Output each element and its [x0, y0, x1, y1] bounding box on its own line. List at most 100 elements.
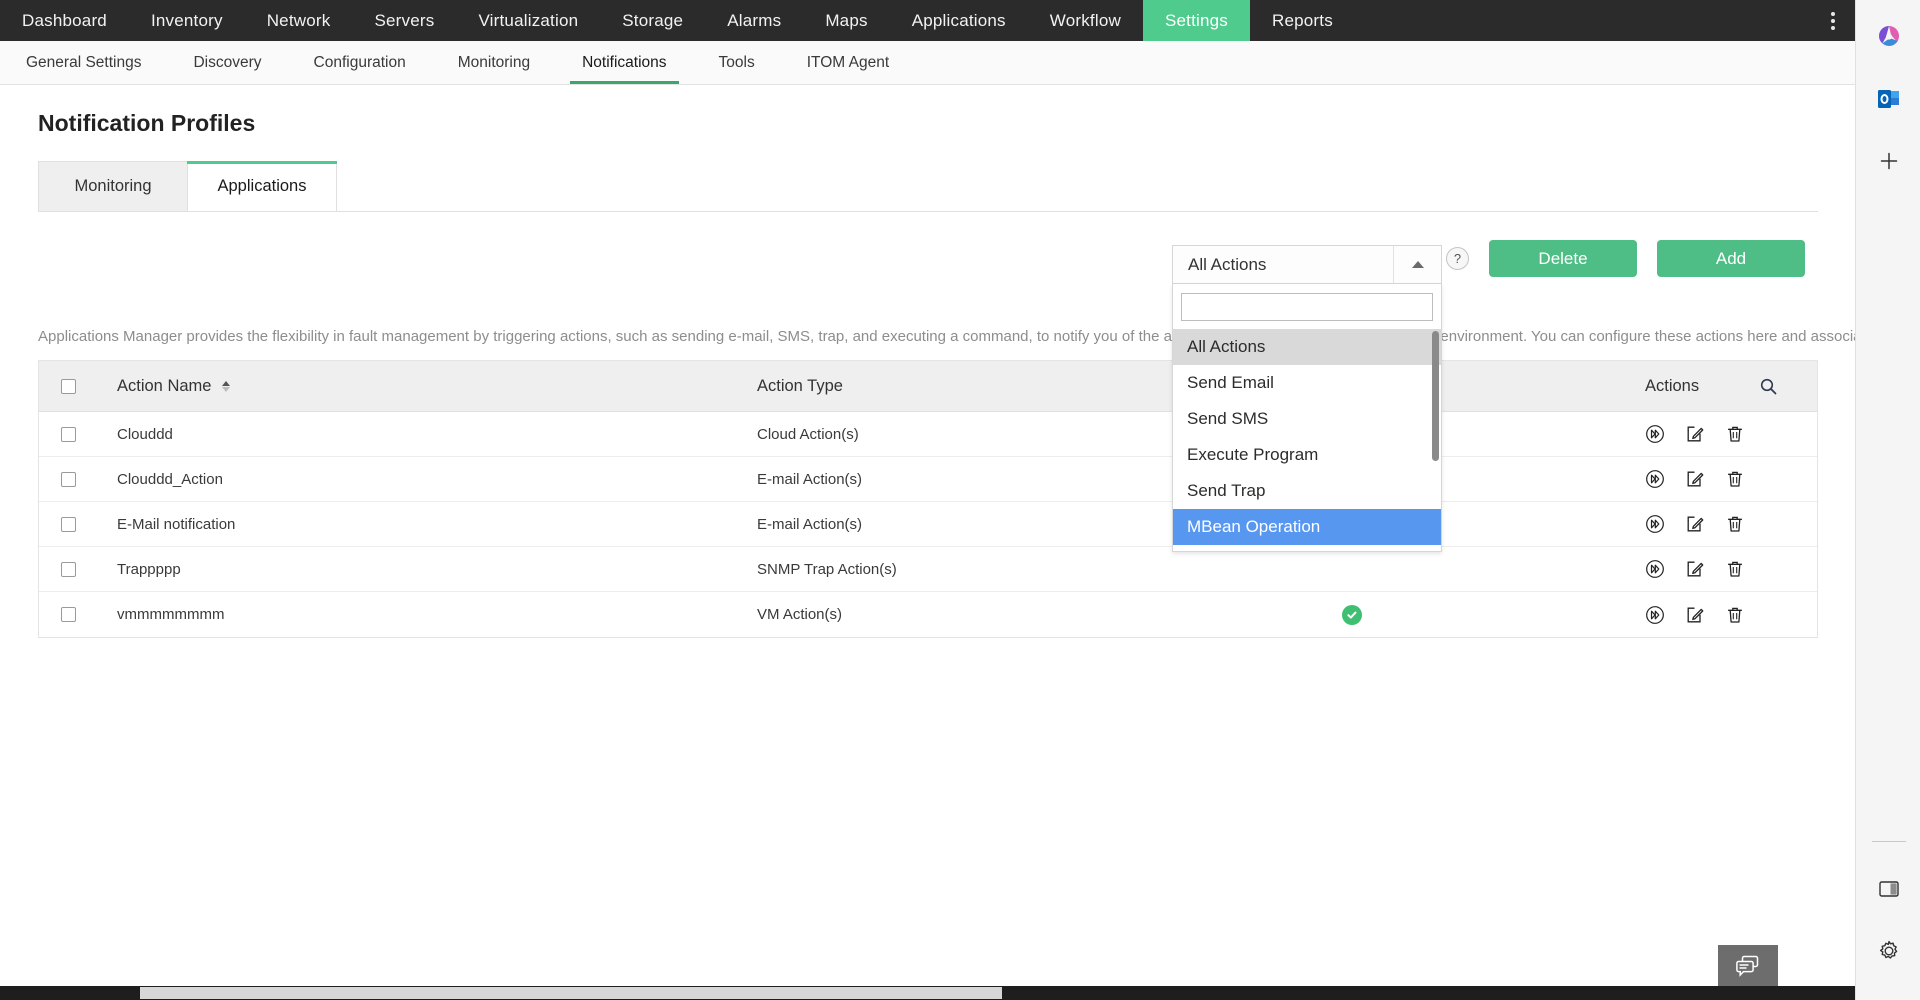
add-app-icon[interactable]: [1856, 130, 1920, 192]
nav-label: Workflow: [1050, 11, 1121, 31]
delete-button[interactable]: Delete: [1489, 240, 1637, 277]
cell-action-name: Trappppp: [97, 561, 757, 578]
tab-applications[interactable]: Applications: [187, 161, 337, 211]
execute-icon[interactable]: [1645, 559, 1665, 579]
delete-icon[interactable]: [1725, 605, 1745, 625]
cell-action-type: SNMP Trap Action(s): [757, 561, 1197, 578]
execute-icon[interactable]: [1645, 424, 1665, 444]
table-row[interactable]: Clouddd Cloud Action(s): [39, 412, 1817, 457]
edit-icon[interactable]: [1685, 559, 1705, 579]
nav-label: Storage: [622, 11, 683, 31]
edit-icon[interactable]: [1685, 469, 1705, 489]
table-row[interactable]: Clouddd_Action E-mail Action(s): [39, 457, 1817, 502]
delete-icon[interactable]: [1725, 469, 1745, 489]
cell-action-name: vmmmmmmmm: [97, 606, 757, 623]
horizontal-scrollbar[interactable]: [0, 986, 1855, 1000]
row-checkbox[interactable]: [61, 427, 76, 442]
nav-item-workflow[interactable]: Workflow: [1028, 0, 1143, 41]
chat-bubbles-icon[interactable]: [1718, 945, 1778, 987]
subnav-item-itom-agent[interactable]: ITOM Agent: [781, 41, 915, 84]
subnav-label: ITOM Agent: [807, 54, 889, 72]
action-type-filter-control[interactable]: All Actions: [1172, 245, 1442, 284]
nav-item-reports[interactable]: Reports: [1250, 0, 1355, 41]
delete-icon[interactable]: [1725, 514, 1745, 534]
subnav-item-general-settings[interactable]: General Settings: [0, 41, 167, 84]
nav-item-virtualization[interactable]: Virtualization: [456, 0, 600, 41]
dropdown-option-mbean-operation[interactable]: MBean Operation: [1173, 509, 1441, 545]
column-header-actions: Actions: [1627, 377, 1817, 396]
nav-label: Reports: [1272, 11, 1333, 31]
row-checkbox[interactable]: [61, 607, 76, 622]
page-content: Notification Profiles Monitoring Applica…: [0, 85, 1855, 1000]
dropdown-option-log-a-ticket[interactable]: Log a Ticket: [1173, 545, 1441, 551]
nav-item-servers[interactable]: Servers: [352, 0, 456, 41]
table-row[interactable]: Trappppp SNMP Trap Action(s): [39, 547, 1817, 592]
horizontal-scrollbar-thumb[interactable]: [140, 987, 1002, 999]
column-header-action-name[interactable]: Action Name: [97, 377, 757, 396]
notification-profiles-table: Action Name Action Type Profile Status A…: [38, 360, 1818, 638]
column-header-label: Actions: [1645, 377, 1699, 396]
execute-icon[interactable]: [1645, 605, 1665, 625]
nav-item-inventory[interactable]: Inventory: [129, 0, 245, 41]
dropdown-option-send-trap[interactable]: Send Trap: [1173, 473, 1441, 509]
action-type-filter-options: All Actions Send Email Send SMS Execute …: [1173, 329, 1441, 551]
dropdown-option-send-sms[interactable]: Send SMS: [1173, 401, 1441, 437]
browser-page: Dashboard Inventory Network Servers Virt…: [0, 0, 1920, 1000]
delete-icon[interactable]: [1725, 559, 1745, 579]
dropdown-option-execute-program[interactable]: Execute Program: [1173, 437, 1441, 473]
chevron-up-icon[interactable]: [1393, 246, 1441, 283]
delete-icon[interactable]: [1725, 424, 1745, 444]
row-checkbox[interactable]: [61, 517, 76, 532]
dropdown-option-send-email[interactable]: Send Email: [1173, 365, 1441, 401]
dropdown-option-label: Send SMS: [1187, 409, 1268, 429]
nav-item-dashboard[interactable]: Dashboard: [0, 0, 129, 41]
subnav-item-discovery[interactable]: Discovery: [167, 41, 287, 84]
table-row[interactable]: E-Mail notification E-mail Action(s): [39, 502, 1817, 547]
kebab-menu-icon[interactable]: [1811, 0, 1855, 41]
nav-item-storage[interactable]: Storage: [600, 0, 705, 41]
gear-icon[interactable]: [1856, 920, 1920, 982]
cell-action-name: Clouddd: [97, 426, 757, 443]
row-select-cell: [39, 427, 97, 442]
subnav-item-monitoring[interactable]: Monitoring: [432, 41, 556, 84]
nav-item-applications[interactable]: Applications: [890, 0, 1028, 41]
add-button[interactable]: Add: [1657, 240, 1805, 277]
edit-icon[interactable]: [1685, 605, 1705, 625]
tab-monitoring[interactable]: Monitoring: [38, 161, 188, 211]
execute-icon[interactable]: [1645, 514, 1665, 534]
row-select-cell: [39, 607, 97, 622]
search-icon[interactable]: [1760, 378, 1777, 395]
dropdown-option-label: All Actions: [1187, 337, 1265, 357]
action-type-filter-search-input[interactable]: [1181, 293, 1433, 321]
row-checkbox[interactable]: [61, 472, 76, 487]
sort-ascending-icon[interactable]: [222, 381, 230, 392]
cell-row-actions: [1627, 605, 1817, 625]
secondary-navigation-bar: General Settings Discovery Configuration…: [0, 41, 1855, 85]
column-header-action-type[interactable]: Action Type: [757, 377, 1197, 396]
nav-item-settings[interactable]: Settings: [1143, 0, 1250, 41]
subnav-label: Configuration: [314, 54, 406, 72]
primary-navigation-bar: Dashboard Inventory Network Servers Virt…: [0, 0, 1855, 41]
row-select-cell: [39, 472, 97, 487]
cell-row-actions: [1627, 469, 1817, 489]
execute-icon[interactable]: [1645, 469, 1665, 489]
split-pane-icon[interactable]: [1856, 858, 1920, 920]
row-checkbox[interactable]: [61, 562, 76, 577]
outlook-icon[interactable]: [1856, 68, 1920, 130]
nav-item-maps[interactable]: Maps: [803, 0, 889, 41]
dropdown-option-all-actions[interactable]: All Actions: [1173, 329, 1441, 365]
microsoft-365-icon[interactable]: [1856, 6, 1920, 68]
nav-item-alarms[interactable]: Alarms: [705, 0, 803, 41]
edit-icon[interactable]: [1685, 424, 1705, 444]
dropdown-scrollbar[interactable]: [1432, 331, 1439, 461]
edit-icon[interactable]: [1685, 514, 1705, 534]
select-all-checkbox[interactable]: [61, 379, 76, 394]
subnav-item-configuration[interactable]: Configuration: [288, 41, 432, 84]
nav-label: Settings: [1165, 11, 1228, 31]
subnav-item-notifications[interactable]: Notifications: [556, 41, 692, 84]
subnav-label: General Settings: [26, 54, 141, 72]
subnav-item-tools[interactable]: Tools: [693, 41, 781, 84]
table-row[interactable]: vmmmmmmmm VM Action(s): [39, 592, 1817, 637]
help-icon[interactable]: ?: [1446, 247, 1469, 270]
nav-item-network[interactable]: Network: [245, 0, 353, 41]
